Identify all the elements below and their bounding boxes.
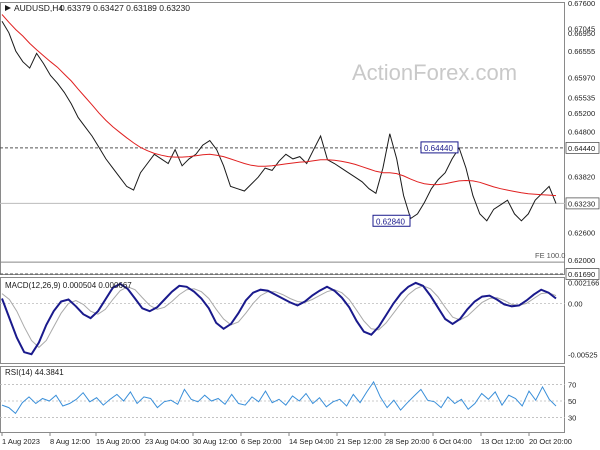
x-tick-label: 8 Aug 12:00: [50, 437, 90, 446]
y-tick-label: 0.67600: [568, 0, 595, 8]
x-tick-label: 21 Sep 12:00: [337, 437, 382, 446]
collapse-triangle-icon: [5, 5, 11, 11]
chart-root: ActionForex.com 0.64440 0.62840 FE 100.0 0…: [0, 0, 600, 446]
rsi-guides: [0, 384, 565, 418]
level-box-0.62840-text: 0.62840: [376, 217, 405, 226]
price-panel-frame: [0, 2, 565, 275]
moving-average-line: [1, 14, 557, 197]
y-tick-label: 0.65535: [568, 94, 595, 103]
x-axis: 1 Aug 2023 8 Aug 12:00 15 Aug 20:00 23 Aug …: [1, 433, 572, 446]
fib-label: FE 100.0: [535, 251, 565, 260]
x-tick-label: 6 Sep 20:00: [241, 437, 281, 446]
y-tick-label: 0.64440: [568, 144, 595, 153]
rsi-title: RSI(14) 44.3841: [5, 368, 64, 377]
x-tick-label: 15 Aug 20:00: [96, 437, 140, 446]
ohlc-values: 0.63379 0.63427 0.63189 0.63230: [60, 3, 190, 13]
price-labels: 0.64440 0.62840 FE 100.0: [372, 141, 565, 260]
price-guides: [0, 147, 565, 275]
x-tick-label: 30 Aug 12:00: [193, 437, 237, 446]
rsi-y-tick-label: 30: [568, 414, 576, 423]
x-tick-label: 1 Aug 2023: [2, 437, 40, 446]
macd-y-axis: 0.002166 0.00 -0.00525: [568, 278, 599, 359]
y-tick-label: 0.65970: [568, 74, 595, 83]
x-tick-label: 6 Oct 04:00: [433, 437, 472, 446]
rsi-panel-frame: [0, 366, 565, 433]
rsi-y-tick-label: 70: [568, 380, 576, 389]
y-tick-label: 0.66950: [568, 29, 595, 38]
x-tick-label: 20 Oct 20:00: [529, 437, 572, 446]
level-box-0.64440-text: 0.64440: [424, 144, 453, 153]
y-tick-label: 0.66555: [568, 47, 595, 56]
macd-y-tick-label: 0.00: [568, 299, 583, 308]
macd-y-tick-label: -0.00525: [568, 351, 598, 360]
y-tick-label: 0.65200: [568, 109, 595, 118]
rsi-y-axis: 70 50 30: [568, 380, 576, 422]
rsi-line: [1, 380, 557, 415]
x-tick-label: 23 Aug 04:00: [145, 437, 189, 446]
x-tick-label: 13 Oct 12:00: [481, 437, 524, 446]
rsi-y-tick-label: 50: [568, 397, 576, 406]
y-tick-label: 0.63820: [568, 172, 595, 181]
x-tick-label: 28 Sep 20:00: [385, 437, 430, 446]
header: AUDUSD,H4 0.63379 0.63427 0.63189 0.6323…: [5, 3, 190, 13]
price-y-axis: 0.676000.670450.669500.665550.659700.655…: [565, 0, 600, 280]
y-tick-label: 0.62000: [568, 256, 595, 265]
watermark: ActionForex.com: [352, 60, 517, 85]
rsi-series: [1, 380, 557, 415]
symbol-label: AUDUSD,H4: [14, 3, 63, 13]
y-tick-label: 0.63230: [568, 199, 595, 208]
x-tick-label: 14 Sep 04:00: [289, 437, 334, 446]
price-series: [1, 14, 557, 222]
macd-y-tick-label: 0.002166: [568, 278, 599, 287]
macd-panel-frame: [0, 277, 565, 364]
y-tick-label: 0.64800: [568, 127, 595, 136]
macd-signal-line: [1, 285, 557, 349]
price-series-line: [1, 21, 557, 222]
macd-series: [1, 281, 557, 356]
macd-title: MACD(12,26,9) 0.000504 0.000667: [5, 281, 132, 290]
y-tick-label: 0.62600: [568, 228, 595, 237]
